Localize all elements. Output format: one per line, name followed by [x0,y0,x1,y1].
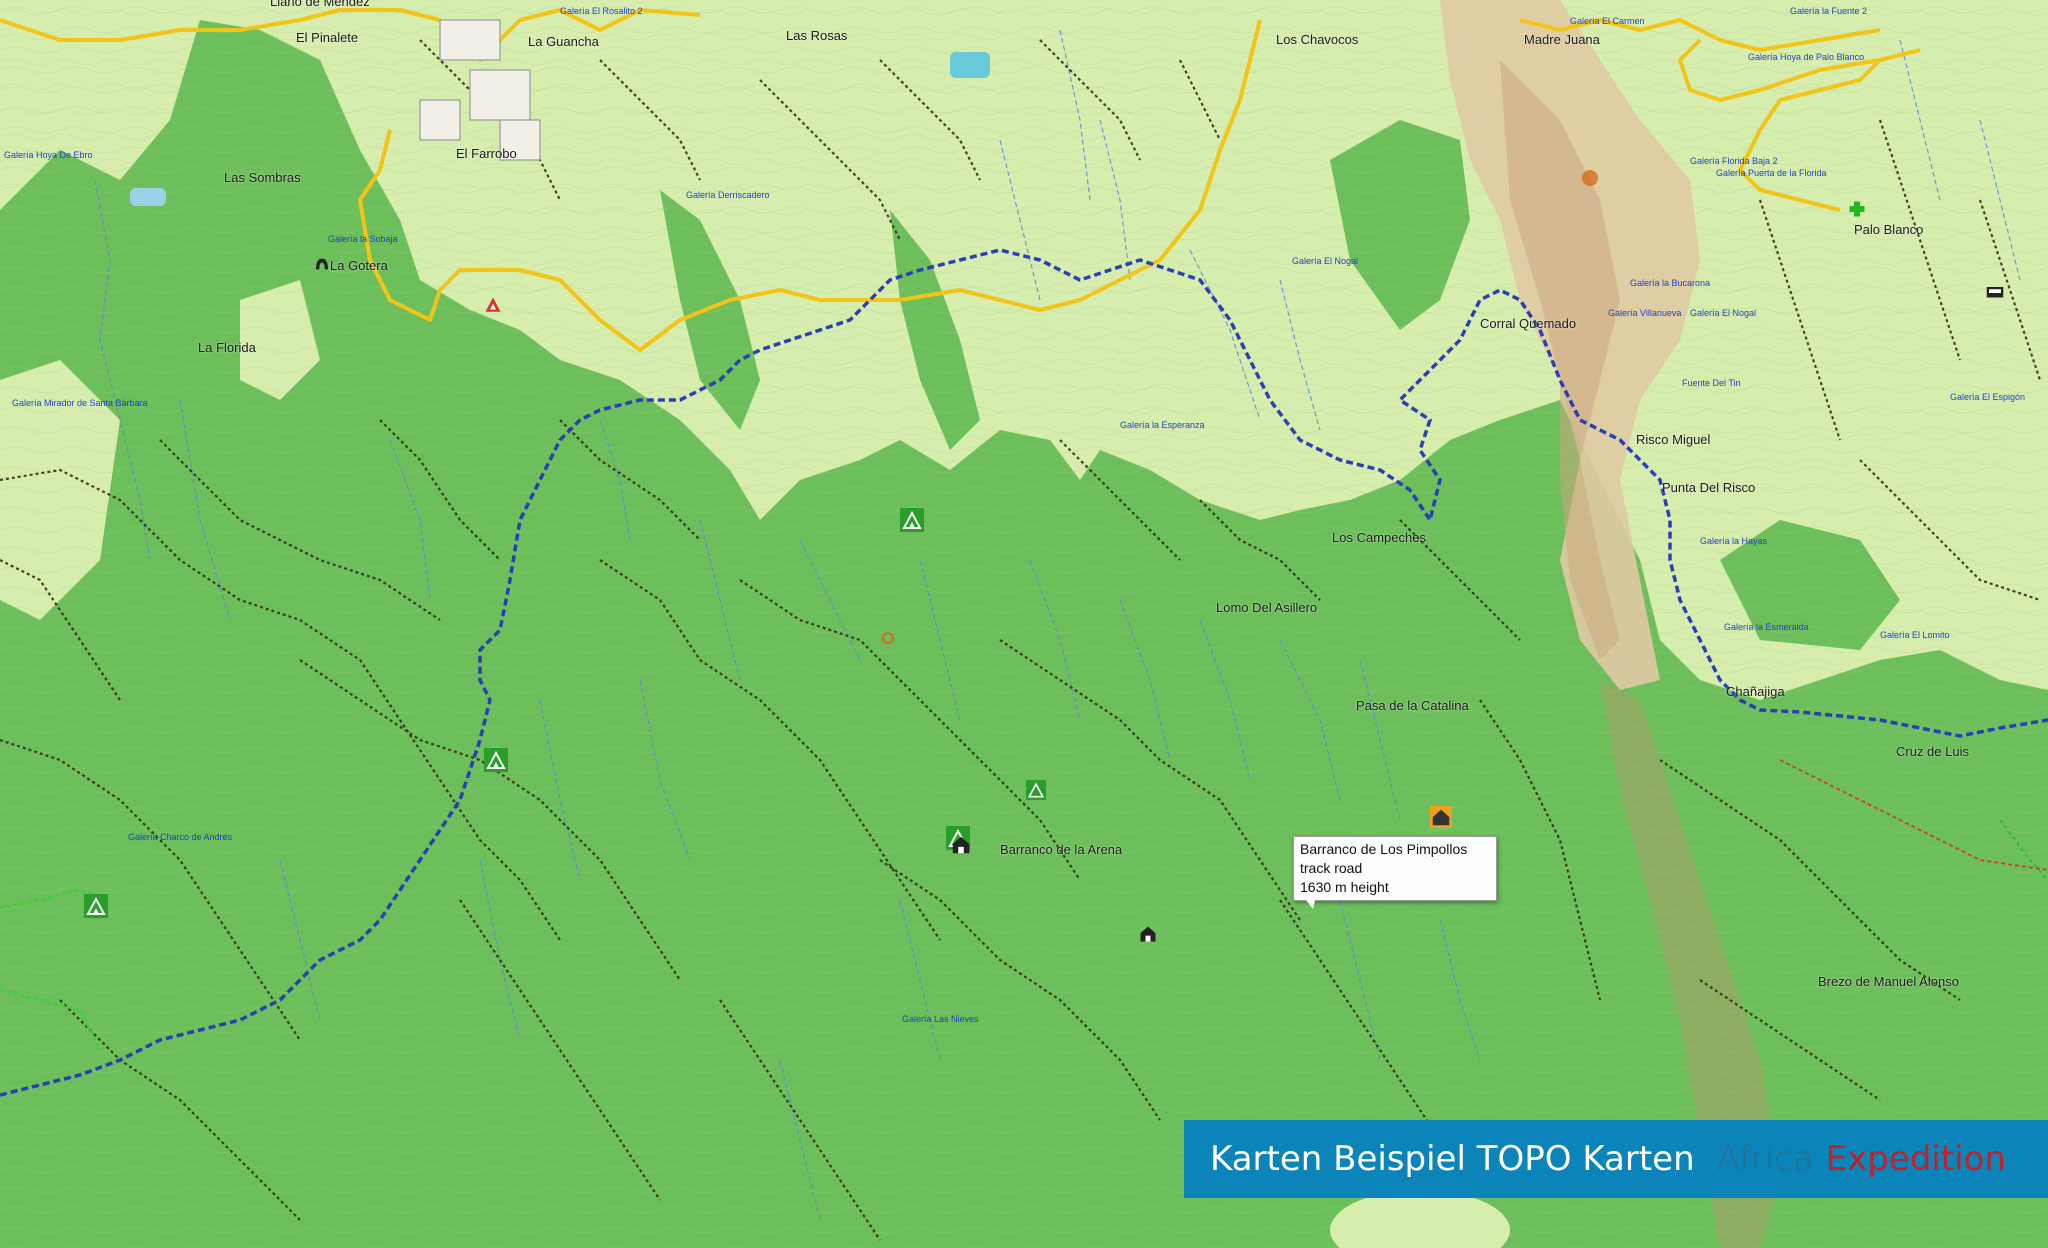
place-label[interactable]: Lomo Del Asillero [1216,600,1317,615]
galeria-label[interactable]: Galería la Esperanza [1120,420,1205,430]
place-label[interactable]: Madre Juana [1524,32,1600,47]
place-label[interactable]: Brezo de Manuel Alonso [1818,974,1959,989]
place-label[interactable]: El Farrobo [456,146,517,161]
galeria-label[interactable]: Fuente Del Tin [1682,378,1741,388]
galeria-label[interactable]: Galería Mirador de Santa Bárbara [12,398,148,408]
galeria-label[interactable]: Galería El Rosalito 2 [560,6,643,16]
place-label[interactable]: La Guancha [528,34,599,49]
campsite-icon[interactable] [484,748,508,772]
place-label[interactable]: Cruz de Luis [1896,744,1969,759]
galeria-label[interactable]: Galería Charco de Andrés [128,832,232,842]
place-label[interactable]: Corral Quemado [1480,316,1576,331]
campsite-icon[interactable] [1026,780,1046,800]
place-label[interactable]: La Florida [198,340,256,355]
galeria-label[interactable]: Galería la Bucarona [1630,278,1710,288]
place-label[interactable]: La Gotera [330,258,388,273]
peak-marker [1582,170,1598,186]
place-label[interactable]: Las Sombras [224,170,301,185]
bus-icon[interactable] [1986,286,2004,300]
galeria-label[interactable]: Galería la Fuente 2 [1790,6,1867,16]
brand-africa: Africa [1716,1139,1814,1179]
galeria-label[interactable]: Galería la Hayas [1700,536,1767,546]
tooltip-title: Barranco de Los Pimpollos [1300,841,1468,857]
place-label[interactable]: Llano de Méndez [270,0,370,9]
tooltip-type: track road [1300,860,1363,876]
shelter-house-icon[interactable] [1138,924,1158,944]
banner-title: Karten Beispiel TOPO Karten [1210,1139,1695,1179]
place-label[interactable]: Chañajiga [1726,684,1785,699]
galeria-label[interactable]: Galería El Espigón [1950,392,2025,402]
place-label[interactable]: Las Rosas [786,28,847,43]
galeria-label[interactable]: Galería Hoya De Ebro [4,150,93,160]
campsite-icon[interactable] [900,508,924,532]
pharmacy-cross-icon[interactable] [1848,200,1866,218]
galeria-label[interactable]: Galería Villanueva [1608,308,1681,318]
warning-sign-icon[interactable] [484,296,502,314]
galeria-label[interactable]: Galería Derriscadero [686,190,770,200]
place-label[interactable]: Palo Blanco [1854,222,1923,237]
galeria-label[interactable]: Galería Las Nieves [902,1014,979,1024]
caption-banner: Karten Beispiel TOPO Karten Africa Exped… [1184,1120,2048,1198]
galeria-label[interactable]: Galería El Lomito [1880,630,1950,640]
map-tooltip: Barranco de Los Pimpollos track road 163… [1293,836,1497,909]
galeria-label[interactable]: Galería Florida Baja 2 [1690,156,1778,166]
galeria-label[interactable]: Galería la Esmeralda [1724,622,1809,632]
galeria-label[interactable]: Galería El Nogal [1690,308,1756,318]
shelter-house-icon[interactable] [950,834,972,856]
place-label[interactable]: Los Chavocos [1276,32,1358,47]
galeria-label[interactable]: Galería Puerta de la Florida [1716,168,1827,178]
hut-icon[interactable] [1430,806,1452,828]
cave-entrance-icon[interactable] [314,256,330,272]
tooltip-height: 1630 m height [1300,879,1389,895]
galeria-label[interactable]: Galería El Carmen [1570,16,1645,26]
place-label[interactable]: Punta Del Risco [1662,480,1755,495]
place-label[interactable]: Barranco de la Arena [1000,842,1122,857]
reservoir [950,52,990,78]
place-label[interactable]: Los Campeches [1332,530,1426,545]
galeria-label[interactable]: Galería la Sobaja [328,234,398,244]
galeria-label[interactable]: Galería Hoya de Palo Blanco [1748,52,1864,62]
place-label[interactable]: El Pinalete [296,30,358,45]
place-label[interactable]: Pasa de la Catalina [1356,698,1469,713]
galeria-label[interactable]: Galería El Nogal [1292,256,1358,266]
brand-expedition: Expedition [1825,1139,2006,1179]
pond [130,188,166,206]
campsite-icon[interactable] [84,894,108,918]
topo-map[interactable]: Llano de Méndez El Pinalete La Guancha L… [0,0,2048,1248]
place-label[interactable]: Risco Miguel [1636,432,1710,447]
